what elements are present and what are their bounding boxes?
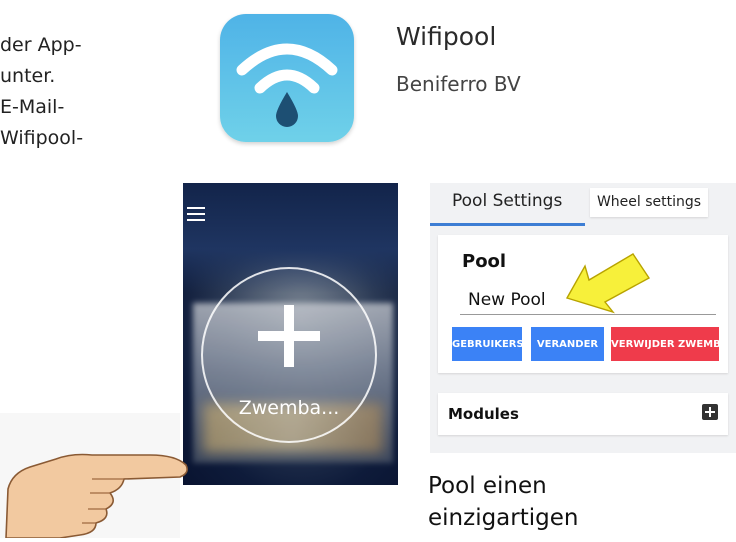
active-tab-indicator: [430, 223, 585, 226]
app-developer: Beniferro BV: [396, 72, 521, 96]
modules-section[interactable]: Modules: [438, 393, 728, 435]
wifi-drop-icon[interactable]: [220, 14, 354, 142]
pointing-hand-icon: [0, 393, 190, 539]
users-button[interactable]: GEBRUIKERS: [452, 327, 522, 361]
intro-text: der App- unter. E-Mail- Wifipool-: [0, 30, 140, 154]
intro-line: Wifipool-: [0, 127, 84, 149]
tab-pool-settings[interactable]: Pool Settings: [452, 191, 562, 211]
annotation-arrow-icon: [565, 248, 665, 318]
hamburger-icon[interactable]: [187, 207, 205, 221]
outro-line: Pool einen: [428, 473, 547, 499]
delete-pool-button[interactable]: VERWIJDER ZWEMBAD: [611, 327, 719, 361]
outro-line: einzigartigen: [428, 505, 579, 531]
phone-home-screen: Zwemba...: [183, 183, 398, 485]
app-name: Wifipool: [396, 22, 497, 51]
modules-label: Modules: [448, 405, 519, 423]
add-pool-button[interactable]: Zwemba...: [201, 267, 377, 443]
intro-line: unter.: [0, 65, 56, 87]
outro-text: Pool einen einzigartigen: [428, 470, 578, 534]
change-button[interactable]: VERANDER: [531, 327, 604, 361]
add-pool-label: Zwemba...: [238, 397, 340, 419]
intro-line: E-Mail-: [0, 96, 65, 118]
plus-square-icon[interactable]: [702, 404, 718, 420]
plus-icon-bar: [258, 331, 320, 341]
tab-wheel-settings[interactable]: Wheel settings: [590, 188, 708, 217]
intro-line: der App-: [0, 34, 82, 56]
pool-card-title: Pool: [462, 251, 507, 272]
